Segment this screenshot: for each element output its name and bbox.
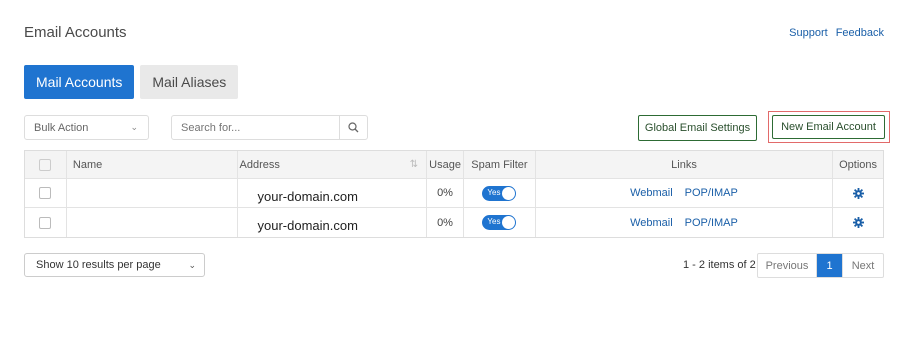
options-cell	[833, 179, 883, 207]
links-cell: Webmail POP/IMAP	[536, 208, 834, 237]
search-input[interactable]	[172, 116, 339, 139]
table-row: your-domain.com 0% Yes Webmail POP/IMAP	[25, 179, 883, 208]
search-box	[171, 115, 368, 140]
name-cell	[67, 179, 238, 207]
search-button[interactable]	[339, 116, 367, 139]
name-cell	[67, 208, 238, 237]
webmail-link[interactable]: Webmail	[630, 187, 673, 199]
highlight-box: New Email Account	[768, 111, 890, 143]
search-icon	[348, 122, 359, 133]
top-links: Support Feedback	[789, 27, 884, 39]
pagination: Previous 1 Next	[757, 253, 884, 278]
pop-imap-link[interactable]: POP/IMAP	[685, 187, 738, 199]
column-header-address-label: Address	[239, 158, 280, 171]
column-header-usage: Usage	[427, 151, 465, 178]
toggle-knob	[502, 216, 516, 229]
header-check-cell	[25, 151, 67, 178]
tab-mail-aliases[interactable]: Mail Aliases	[140, 65, 239, 99]
feedback-link[interactable]: Feedback	[836, 27, 884, 39]
links-cell: Webmail POP/IMAP	[536, 179, 834, 207]
page-title: Email Accounts	[24, 24, 127, 41]
toggle-label: Yes	[487, 217, 501, 226]
gear-icon[interactable]	[852, 187, 864, 199]
gear-icon[interactable]	[852, 217, 864, 228]
page-number-button[interactable]: 1	[817, 254, 842, 277]
sort-icon[interactable]: ⇅	[410, 159, 418, 170]
address-text: your-domain.com	[257, 218, 358, 233]
row-checkbox[interactable]	[39, 187, 52, 199]
usage-cell: 0%	[427, 208, 464, 237]
support-link[interactable]: Support	[789, 27, 828, 39]
table-row: your-domain.com 0% Yes Webmail POP/IMAP	[25, 208, 883, 237]
global-email-settings-button[interactable]: Global Email Settings	[638, 115, 757, 141]
accounts-table: Name Address ⇅ Usage Spam Filter Links O…	[24, 150, 884, 238]
spam-filter-toggle[interactable]: Yes	[482, 185, 517, 201]
column-header-name[interactable]: Name	[67, 151, 238, 178]
address-cell: your-domain.com	[238, 208, 428, 237]
row-checkbox[interactable]	[39, 216, 52, 229]
column-header-options: Options	[839, 158, 878, 171]
options-cell	[833, 208, 883, 237]
tab-bar: Mail Accounts Mail Aliases	[24, 65, 239, 99]
pop-imap-link[interactable]: POP/IMAP	[685, 217, 738, 229]
table-header-row: Name Address ⇅ Usage Spam Filter Links O…	[25, 151, 883, 179]
usage-text: 0%	[437, 216, 453, 229]
select-all-checkbox[interactable]	[39, 158, 52, 171]
column-header-address[interactable]: Address ⇅	[238, 151, 428, 178]
next-page-button[interactable]: Next	[842, 254, 883, 277]
chevron-down-icon: ⌄	[130, 122, 138, 132]
spam-cell: Yes	[464, 179, 536, 207]
toggle-knob	[502, 186, 516, 200]
chevron-down-icon: ⌄	[188, 259, 196, 270]
row-check-cell	[25, 179, 67, 207]
address-text: your-domain.com	[257, 188, 358, 204]
new-email-account-button[interactable]: New Email Account	[772, 115, 885, 139]
usage-text: 0%	[437, 187, 453, 199]
previous-page-button[interactable]: Previous	[758, 254, 817, 277]
webmail-link[interactable]: Webmail	[630, 217, 673, 229]
column-header-spam-filter: Spam Filter	[464, 151, 536, 178]
bulk-action-label: Bulk Action	[34, 121, 89, 134]
bulk-action-select[interactable]: Bulk Action ⌄	[24, 115, 149, 140]
spam-filter-toggle[interactable]: Yes	[482, 215, 517, 230]
pagination-info: 1 - 2 items of 2	[683, 259, 756, 271]
spam-cell: Yes	[464, 208, 536, 237]
per-page-label: Show 10 results per page	[36, 259, 161, 271]
row-check-cell	[25, 208, 67, 237]
per-page-select[interactable]: Show 10 results per page ⌄	[24, 253, 205, 277]
usage-cell: 0%	[427, 179, 464, 207]
address-cell: your-domain.com	[238, 179, 428, 207]
toggle-label: Yes	[487, 187, 501, 197]
column-header-links: Links	[536, 151, 834, 178]
tab-mail-accounts[interactable]: Mail Accounts	[24, 65, 135, 99]
